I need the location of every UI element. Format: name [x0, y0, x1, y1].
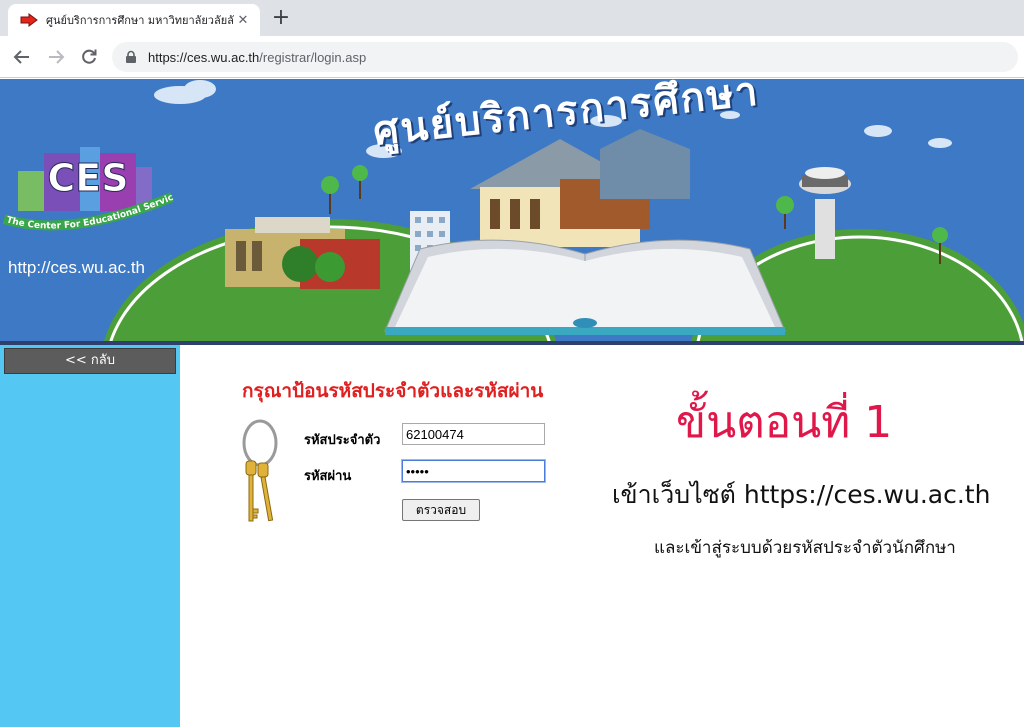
browser-tab-strip: ศูนย์บริการการศึกษา มหาวิทยาลัยวลัยลักษณ… [0, 0, 1024, 36]
banner-url: http://ces.wu.ac.th [8, 258, 146, 277]
step-instruction-1: เข้าเว็บไซต์ https://ces.wu.ac.th [612, 480, 991, 509]
lock-icon [126, 50, 136, 63]
student-id-input[interactable] [402, 423, 545, 445]
forward-arrow-icon [49, 50, 65, 64]
reload-button[interactable] [76, 44, 102, 70]
url-path: /registrar/login.asp [259, 49, 367, 65]
back-arrow-icon [13, 50, 29, 64]
url-text: https://ces.wu.ac.th/registrar/login.asp [148, 50, 366, 65]
tab-close-icon[interactable]: ✕ [234, 13, 252, 28]
submit-button[interactable]: ตรวจสอบ [402, 499, 480, 521]
logo-text: CES [47, 156, 128, 200]
keys-icon [242, 419, 278, 522]
forward-button[interactable] [43, 44, 69, 70]
login-heading: กรุณาป้อนรหัสประจำตัวและรหัสผ่าน [242, 380, 544, 402]
address-bar[interactable]: https://ces.wu.ac.th/registrar/login.asp [112, 42, 1018, 72]
browser-toolbar: https://ces.wu.ac.th/registrar/login.asp [0, 36, 1024, 78]
main-content: กรุณาป้อนรหัสประจำตัวและรหัสผ่าน รหัสประ… [180, 345, 1024, 727]
tab-title: ศูนย์บริการการศึกษา มหาวิทยาลัยวลัยลักษณ… [46, 14, 234, 27]
password-label: รหัสผ่าน [304, 469, 352, 484]
site-banner: CES The Center For Educational Services … [0, 79, 1024, 343]
student-id-label: รหัสประจำตัว [304, 433, 381, 448]
step-instruction-2: และเข้าสู่ระบบด้วยรหัสประจำตัวนักศึกษา [654, 538, 956, 558]
ces-logo: CES The Center For Educational Services [0, 141, 175, 231]
password-input[interactable] [402, 460, 545, 482]
sidebar: << กลับ [0, 345, 180, 727]
reload-icon [82, 49, 97, 64]
back-link-button[interactable]: << กลับ [4, 348, 176, 374]
arrow-favicon-icon [20, 13, 38, 27]
url-host: https://ces.wu.ac.th [148, 49, 260, 65]
browser-tab[interactable]: ศูนย์บริการการศึกษา มหาวิทยาลัยวลัยลักษณ… [8, 4, 260, 36]
back-button[interactable] [9, 44, 35, 70]
step-title: ขั้นตอนที่ 1 [676, 397, 893, 448]
new-tab-button[interactable]: + [268, 6, 294, 32]
